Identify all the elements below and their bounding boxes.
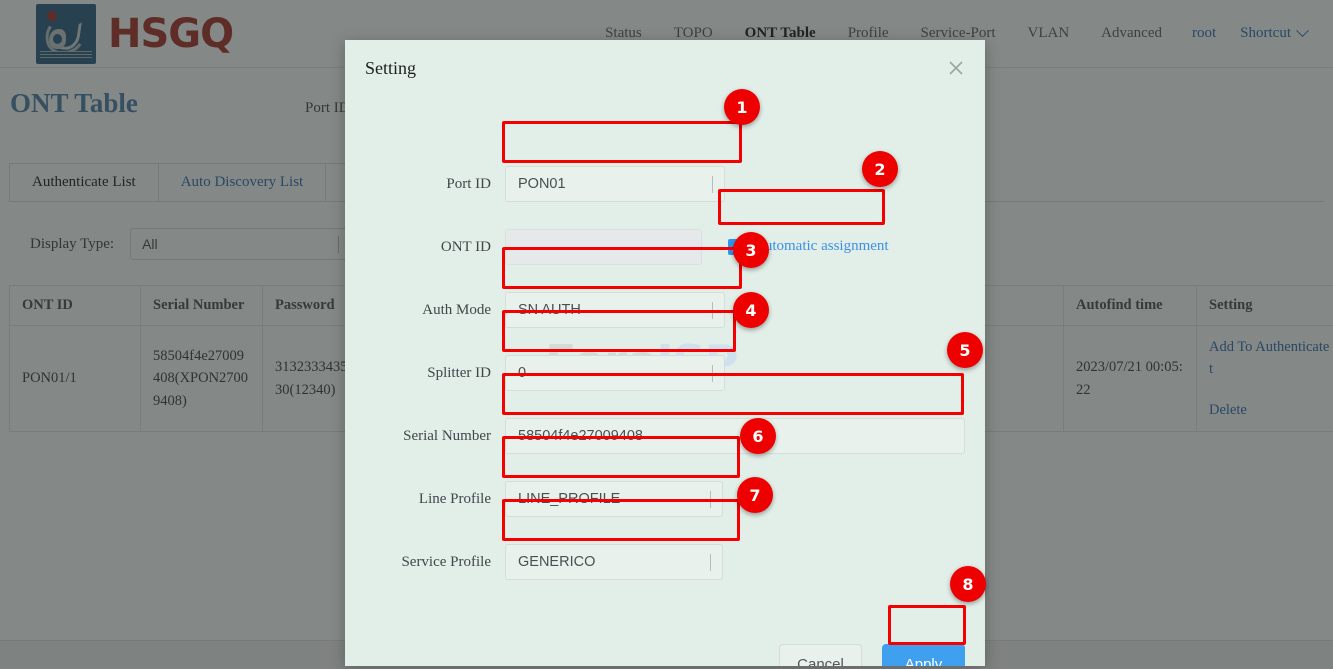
auth-mode-value: SN AUTH	[518, 302, 581, 318]
auth-mode-label: Auth Mode	[422, 301, 491, 318]
automatic-assignment-label: Automatic assignment	[754, 238, 889, 254]
field-splitter-id: Splitter ID 0	[375, 355, 725, 391]
annotation-badge-8: 8	[950, 566, 986, 602]
ont-id-input[interactable]	[505, 229, 702, 265]
field-ont-id: ONT ID	[375, 229, 702, 265]
annotation-badge-7: 7	[737, 477, 773, 513]
serial-number-input[interactable]: 58504f4e27009408	[505, 418, 965, 454]
chevron-down-icon	[710, 554, 711, 571]
annotation-badge-3: 3	[733, 232, 769, 268]
close-icon[interactable]	[945, 57, 967, 79]
apply-button[interactable]: Apply	[882, 644, 965, 666]
modal-title: Setting	[365, 58, 417, 78]
port-id-value: PON01	[518, 176, 566, 192]
chevron-down-icon	[712, 176, 713, 193]
service-profile-value: GENERICO	[518, 554, 596, 570]
chevron-down-icon	[712, 302, 713, 319]
serial-number-label: Serial Number	[403, 427, 491, 444]
annotation-badge-2: 2	[862, 151, 898, 187]
auth-mode-select[interactable]: SN AUTH	[505, 292, 725, 328]
field-auth-mode: Auth Mode SN AUTH	[375, 292, 725, 328]
splitter-id-select[interactable]: 0	[505, 355, 725, 391]
setting-modal: Setting ForoISP Port ID PON01 ONT ID Aut…	[345, 40, 985, 666]
service-profile-label: Service Profile	[401, 553, 491, 570]
annotation-badge-1: 1	[724, 89, 760, 125]
splitter-id-label: Splitter ID	[427, 364, 491, 381]
cancel-button[interactable]: Cancel	[779, 644, 862, 666]
field-serial-number: Serial Number 58504f4e27009408	[375, 418, 965, 454]
field-port-id: Port ID PON01	[375, 166, 725, 202]
splitter-id-value: 0	[518, 365, 527, 381]
chevron-down-icon	[710, 491, 711, 508]
line-profile-value: LINE_PROFILE	[518, 491, 621, 507]
annotation-badge-6: 6	[740, 418, 776, 454]
chevron-down-icon	[712, 365, 713, 382]
field-service-profile: Service Profile GENERICO	[375, 544, 723, 580]
annotation-badge-4: 4	[733, 292, 769, 328]
annotation-badge-5: 5	[947, 332, 983, 368]
modal-actions: Cancel Apply	[345, 644, 985, 666]
ont-id-label: ONT ID	[440, 238, 491, 255]
line-profile-select[interactable]: LINE_PROFILE	[505, 481, 723, 517]
serial-number-value: 58504f4e27009408	[518, 428, 643, 444]
port-id-select[interactable]: PON01	[505, 166, 725, 202]
field-line-profile: Line Profile LINE_PROFILE	[375, 481, 723, 517]
port-id-label: Port ID	[446, 175, 491, 192]
line-profile-label: Line Profile	[418, 490, 491, 507]
service-profile-select[interactable]: GENERICO	[505, 544, 723, 580]
